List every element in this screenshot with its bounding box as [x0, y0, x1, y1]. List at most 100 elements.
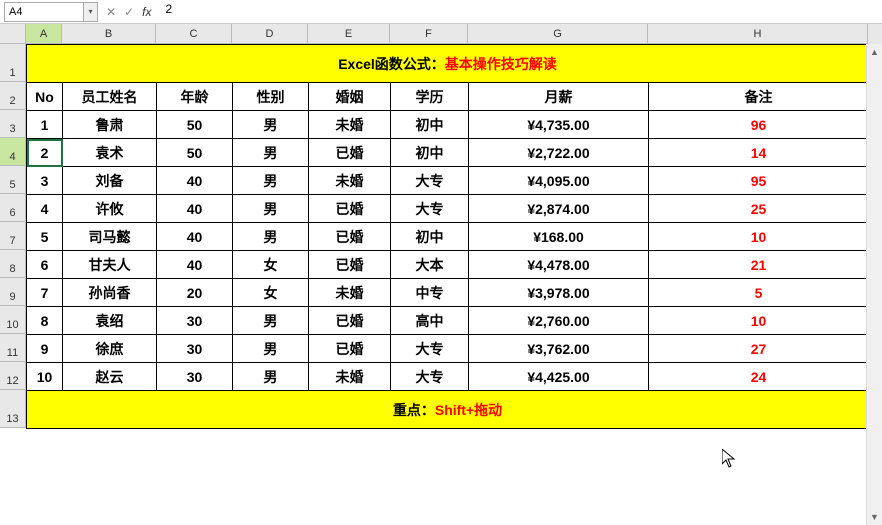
cell-r6-c3[interactable]: 男: [233, 195, 309, 223]
cell-r4-c3[interactable]: 男: [233, 139, 309, 167]
cell-r12-c3[interactable]: 男: [233, 363, 309, 391]
cell-r6-c4[interactable]: 已婚: [309, 195, 391, 223]
column-header-c[interactable]: C: [156, 24, 232, 44]
cell-r12-c5[interactable]: 大专: [391, 363, 469, 391]
column-header-e[interactable]: E: [308, 24, 390, 44]
header-2[interactable]: 年龄: [157, 83, 233, 111]
row-header-9[interactable]: 9: [0, 278, 26, 306]
header-6[interactable]: 月薪: [469, 83, 649, 111]
cell-r9-c1[interactable]: 孙尚香: [63, 279, 157, 307]
cell-r7-c1[interactable]: 司马懿: [63, 223, 157, 251]
cell-r3-c4[interactable]: 未婚: [309, 111, 391, 139]
column-header-a[interactable]: A: [26, 24, 62, 44]
cell-r9-c6[interactable]: ¥3,978.00: [469, 279, 649, 307]
cell-r10-c2[interactable]: 30: [157, 307, 233, 335]
cell-r6-c7[interactable]: 25: [649, 195, 869, 223]
row-header-3[interactable]: 3: [0, 110, 26, 138]
cell-r8-c7[interactable]: 21: [649, 251, 869, 279]
cell-r4-c4[interactable]: 已婚: [309, 139, 391, 167]
header-1[interactable]: 员工姓名: [63, 83, 157, 111]
cell-r8-c5[interactable]: 大本: [391, 251, 469, 279]
cell-r3-c6[interactable]: ¥4,735.00: [469, 111, 649, 139]
cell-r5-c5[interactable]: 大专: [391, 167, 469, 195]
row-header-10[interactable]: 10: [0, 306, 26, 334]
cell-r12-c0[interactable]: 10: [27, 363, 63, 391]
cell-r7-c6[interactable]: ¥168.00: [469, 223, 649, 251]
cell-r9-c0[interactable]: 7: [27, 279, 63, 307]
column-header-g[interactable]: G: [468, 24, 648, 44]
header-7[interactable]: 备注: [649, 83, 869, 111]
cell-r10-c7[interactable]: 10: [649, 307, 869, 335]
cell-r4-c6[interactable]: ¥2,722.00: [469, 139, 649, 167]
cell-r5-c6[interactable]: ¥4,095.00: [469, 167, 649, 195]
cell-r11-c4[interactable]: 已婚: [309, 335, 391, 363]
cell-r4-c2[interactable]: 50: [157, 139, 233, 167]
cell-r7-c5[interactable]: 初中: [391, 223, 469, 251]
cell-r11-c1[interactable]: 徐庶: [63, 335, 157, 363]
column-header-f[interactable]: F: [390, 24, 468, 44]
cell-r7-c0[interactable]: 5: [27, 223, 63, 251]
cell-r7-c2[interactable]: 40: [157, 223, 233, 251]
row-header-8[interactable]: 8: [0, 250, 26, 278]
cell-r6-c0[interactable]: 4: [27, 195, 63, 223]
cell-r9-c4[interactable]: 未婚: [309, 279, 391, 307]
select-all-corner[interactable]: [0, 24, 26, 44]
header-5[interactable]: 学历: [391, 83, 469, 111]
row-header-11[interactable]: 11: [0, 334, 26, 362]
cell-r3-c0[interactable]: 1: [27, 111, 63, 139]
cell-r10-c1[interactable]: 袁绍: [63, 307, 157, 335]
cell-r8-c0[interactable]: 6: [27, 251, 63, 279]
cell-r8-c1[interactable]: 甘夫人: [63, 251, 157, 279]
cell-r12-c7[interactable]: 24: [649, 363, 869, 391]
cell-r6-c2[interactable]: 40: [157, 195, 233, 223]
column-header-d[interactable]: D: [232, 24, 308, 44]
cell-r5-c2[interactable]: 40: [157, 167, 233, 195]
footer-cell[interactable]: 重点：Shift+拖动: [27, 391, 869, 429]
cell-r5-c0[interactable]: 3: [27, 167, 63, 195]
header-4[interactable]: 婚姻: [309, 83, 391, 111]
cell-r11-c5[interactable]: 大专: [391, 335, 469, 363]
cell-r10-c6[interactable]: ¥2,760.00: [469, 307, 649, 335]
fx-icon[interactable]: fx: [142, 5, 151, 19]
cell-r3-c5[interactable]: 初中: [391, 111, 469, 139]
scroll-up-icon[interactable]: ▲: [867, 44, 882, 60]
cell-r8-c2[interactable]: 40: [157, 251, 233, 279]
title-cell[interactable]: Excel函数公式：基本操作技巧解读: [27, 45, 869, 83]
cell-r4-c1[interactable]: 袁术: [63, 139, 157, 167]
cell-r12-c6[interactable]: ¥4,425.00: [469, 363, 649, 391]
cell-r3-c3[interactable]: 男: [233, 111, 309, 139]
cell-r5-c7[interactable]: 95: [649, 167, 869, 195]
name-box-dropdown[interactable]: ▾: [84, 2, 98, 22]
confirm-icon[interactable]: ✓: [124, 5, 134, 19]
cell-r9-c5[interactable]: 中专: [391, 279, 469, 307]
cell-r3-c1[interactable]: 鲁肃: [63, 111, 157, 139]
cell-r7-c3[interactable]: 男: [233, 223, 309, 251]
cell-r10-c4[interactable]: 已婚: [309, 307, 391, 335]
row-header-5[interactable]: 5: [0, 166, 26, 194]
cell-r11-c6[interactable]: ¥3,762.00: [469, 335, 649, 363]
header-3[interactable]: 性别: [233, 83, 309, 111]
vertical-scrollbar[interactable]: ▲ ▼: [866, 44, 882, 525]
name-box[interactable]: A4: [4, 2, 84, 22]
cell-r4-c5[interactable]: 初中: [391, 139, 469, 167]
cell-r8-c6[interactable]: ¥4,478.00: [469, 251, 649, 279]
cell-r5-c3[interactable]: 男: [233, 167, 309, 195]
cancel-icon[interactable]: ✕: [106, 5, 116, 19]
cell-r4-c0[interactable]: 2: [27, 139, 63, 167]
column-header-b[interactable]: B: [62, 24, 156, 44]
cell-r9-c7[interactable]: 5: [649, 279, 869, 307]
cell-r11-c2[interactable]: 30: [157, 335, 233, 363]
cell-r11-c3[interactable]: 男: [233, 335, 309, 363]
cell-r7-c4[interactable]: 已婚: [309, 223, 391, 251]
cell-r7-c7[interactable]: 10: [649, 223, 869, 251]
row-header-2[interactable]: 2: [0, 82, 26, 110]
cell-r6-c6[interactable]: ¥2,874.00: [469, 195, 649, 223]
cell-r12-c1[interactable]: 赵云: [63, 363, 157, 391]
row-header-7[interactable]: 7: [0, 222, 26, 250]
column-header-h[interactable]: H: [648, 24, 868, 44]
header-0[interactable]: No: [27, 83, 63, 111]
cell-r8-c3[interactable]: 女: [233, 251, 309, 279]
cell-r5-c4[interactable]: 未婚: [309, 167, 391, 195]
cell-r11-c0[interactable]: 9: [27, 335, 63, 363]
row-header-1[interactable]: 1: [0, 44, 26, 82]
